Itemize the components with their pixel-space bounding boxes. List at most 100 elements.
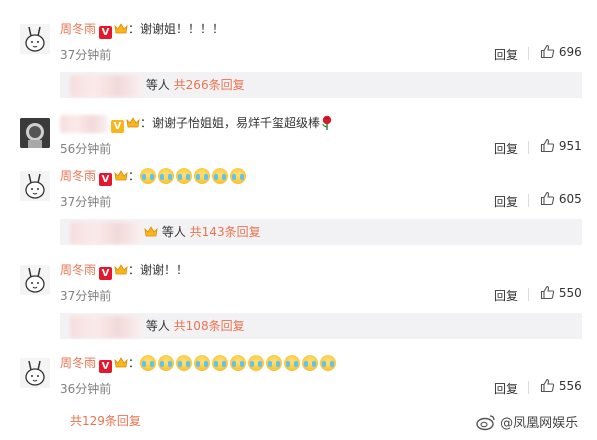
v-badge-icon: V (99, 267, 113, 280)
timestamp: 37分钟前 (60, 48, 112, 62)
comment-line: 周冬雨 V ：谢谢！！ (60, 261, 188, 280)
emoji-row (140, 355, 338, 371)
blurred-username (70, 221, 142, 244)
crying-emoji-icon (212, 168, 229, 184)
avatar[interactable] (20, 265, 50, 295)
crying-emoji-icon (302, 355, 319, 371)
bunny-avatar-icon (25, 173, 45, 199)
like-count: 696 (558, 45, 582, 59)
reply-button[interactable]: 回复 (494, 140, 518, 157)
username[interactable]: 周冬雨 (60, 169, 96, 183)
username[interactable]: 周冬雨 (60, 22, 96, 36)
crying-emoji-icon (140, 355, 157, 371)
like-count: 550 (558, 286, 582, 300)
divider (528, 141, 529, 154)
crown-icon (126, 117, 140, 128)
timestamp: 36分钟前 (60, 382, 112, 396)
bunny-avatar-icon (25, 360, 45, 386)
avatar[interactable] (20, 171, 50, 201)
thumbs-up-icon (540, 285, 555, 300)
reply-button[interactable]: 回复 (494, 193, 518, 210)
v-badge-icon: V (99, 173, 113, 186)
reply-button[interactable]: 回复 (494, 380, 518, 397)
crying-emoji-icon (266, 355, 283, 371)
crying-emoji-icon (248, 355, 265, 371)
view-replies-link[interactable]: 共129条回复 (70, 414, 141, 428)
avatar[interactable] (20, 358, 50, 388)
watermark-text: @凤凰网娱乐 (500, 416, 579, 431)
timestamp: 37分钟前 (60, 289, 112, 303)
v-badge-icon: V (111, 120, 124, 133)
reply-button[interactable]: 回复 (494, 46, 518, 63)
crying-emoji-icon (284, 355, 301, 371)
weibo-logo-icon (476, 415, 495, 431)
comment-line: V ：谢谢子怡姐姐，易烊千玺超级棒 (60, 114, 334, 133)
like-count: 556 (558, 379, 582, 393)
crown-icon (114, 264, 128, 275)
comment-line: 周冬雨 V ： (60, 354, 338, 373)
comment-line: 周冬雨 V ： (60, 167, 248, 186)
crying-emoji-icon (230, 168, 247, 184)
sub-replies-box: 等人 共108条回复 (60, 313, 582, 339)
like-button[interactable]: 951 (540, 138, 582, 153)
comment-text: ： (128, 356, 141, 370)
sub-replies-box: 等人 共143条回复 (60, 219, 582, 245)
crying-emoji-icon (176, 355, 193, 371)
comment-text: ：谢谢子怡姐姐，易烊千玺超级棒 (140, 116, 321, 130)
comment-text: ： (128, 169, 141, 183)
view-replies-link[interactable]: 共143条回复 (190, 225, 261, 239)
view-replies-link[interactable]: 共108条回复 (174, 319, 245, 333)
crying-emoji-icon (194, 168, 211, 184)
like-button[interactable]: 550 (540, 285, 582, 300)
avatar[interactable] (20, 24, 50, 54)
view-replies-link-standalone[interactable]: 共129条回复 (70, 412, 141, 429)
crying-emoji-icon (194, 355, 211, 371)
crying-emoji-icon (212, 355, 229, 371)
thumbs-up-icon (540, 44, 555, 59)
crown-icon (144, 226, 158, 237)
blurred-username (70, 315, 142, 338)
divider (528, 47, 529, 60)
divider (528, 381, 529, 394)
crying-emoji-icon (176, 168, 193, 184)
like-count: 951 (558, 139, 582, 153)
crying-emoji-icon (158, 355, 175, 371)
sub-replies-label: 等人 (161, 225, 186, 239)
divider (528, 194, 529, 207)
avatar[interactable] (20, 118, 50, 148)
sub-replies-box: 等人 共266条回复 (60, 72, 582, 98)
rose-icon (322, 115, 332, 130)
bunny-avatar-icon (25, 26, 45, 52)
crying-emoji-icon (230, 355, 247, 371)
sub-replies-label: 等人 (145, 78, 170, 92)
like-button[interactable]: 696 (540, 44, 582, 59)
crown-icon (114, 23, 128, 34)
username[interactable]: 周冬雨 (60, 356, 96, 370)
astronaut-avatar-icon (20, 118, 50, 148)
crying-emoji-icon (320, 355, 337, 371)
crown-icon (114, 170, 128, 181)
blurred-username (70, 74, 142, 97)
view-replies-link[interactable]: 共266条回复 (174, 78, 245, 92)
thumbs-up-icon (540, 191, 555, 206)
crown-icon (114, 357, 128, 368)
thumbs-up-icon (540, 138, 555, 153)
timestamp: 56分钟前 (60, 142, 112, 156)
like-count: 605 (558, 192, 582, 206)
divider (528, 288, 529, 301)
like-button[interactable]: 556 (540, 378, 582, 393)
emoji-row (140, 168, 248, 184)
v-badge-icon: V (99, 26, 113, 39)
v-badge-icon: V (99, 360, 113, 373)
thumbs-up-icon (540, 378, 555, 393)
blurred-username[interactable] (60, 114, 108, 133)
reply-button[interactable]: 回复 (494, 287, 518, 304)
watermark: @凤凰网娱乐 (476, 412, 578, 431)
comment-text: ：谢谢！！ (128, 263, 189, 277)
comment-line: 周冬雨 V ：谢谢姐！！！！ (60, 20, 224, 39)
comment-text: ：谢谢姐！！！！ (128, 22, 225, 36)
timestamp: 37分钟前 (60, 195, 112, 209)
crying-emoji-icon (140, 168, 157, 184)
username[interactable]: 周冬雨 (60, 263, 96, 277)
like-button[interactable]: 605 (540, 191, 582, 206)
